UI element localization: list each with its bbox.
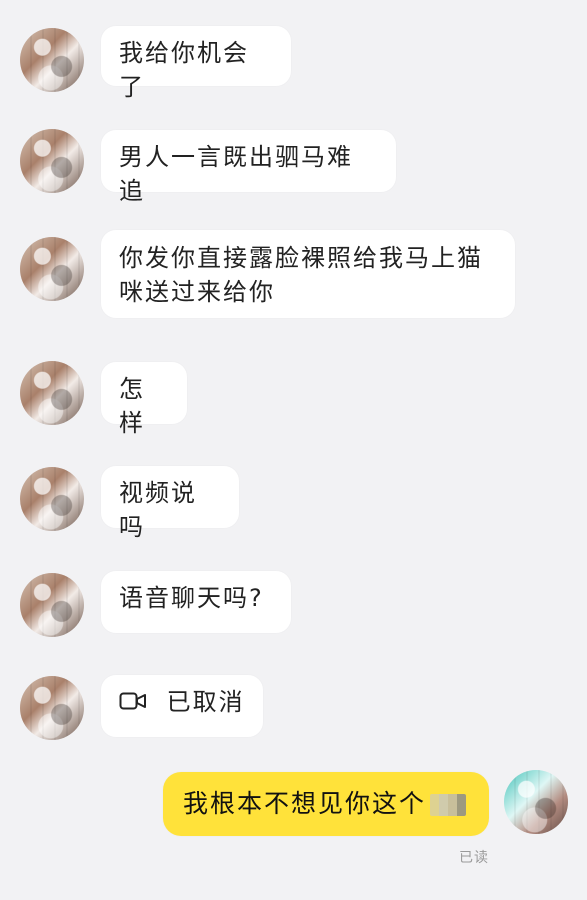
contact-avatar[interactable] [20, 573, 84, 637]
message-text: 你发你直接露脸裸照给我马上猫咪送过来给你 [119, 244, 483, 306]
user-avatar[interactable] [504, 770, 568, 834]
message-text: 男人一言既出驷马难追 [119, 143, 353, 205]
contact-avatar[interactable] [20, 129, 84, 193]
contact-avatar[interactable] [20, 237, 84, 301]
contact-avatar[interactable] [20, 676, 84, 740]
message-text: 我根本不想见你这个 [183, 789, 427, 818]
message-text: 视频说吗 [119, 479, 197, 541]
video-camera-icon [119, 691, 147, 711]
incoming-message-bubble[interactable]: 你发你直接露脸裸照给我马上猫咪送过来给你 [101, 230, 515, 318]
outgoing-message-bubble[interactable]: 我根本不想见你这个 [163, 772, 489, 836]
incoming-message-bubble[interactable]: 视频说吗 [101, 466, 239, 541]
message-text: 怎样 [119, 375, 145, 437]
contact-avatar[interactable] [20, 467, 84, 531]
incoming-message-bubble[interactable]: 怎样 [101, 362, 187, 437]
chat-thread: 我给你机会了 男人一言既出驷马难追 你发你直接露脸裸照给我马上猫咪送过来给你 怎… [0, 0, 587, 900]
incoming-message-bubble[interactable]: 我给你机会了 [101, 26, 291, 101]
redaction-mask [430, 794, 467, 816]
message-text: 我给你机会了 [119, 39, 249, 101]
call-status-bubble[interactable]: 已取消 [101, 675, 263, 737]
incoming-message-bubble[interactable]: 语音聊天吗? [101, 571, 291, 633]
incoming-message-bubble[interactable]: 男人一言既出驷马难追 [101, 130, 396, 205]
message-text: 已取消 [166, 688, 245, 716]
contact-avatar[interactable] [20, 361, 84, 425]
message-text: 语音聊天吗? [119, 584, 264, 612]
read-status: 已读 [459, 850, 489, 866]
contact-avatar[interactable] [20, 28, 84, 92]
